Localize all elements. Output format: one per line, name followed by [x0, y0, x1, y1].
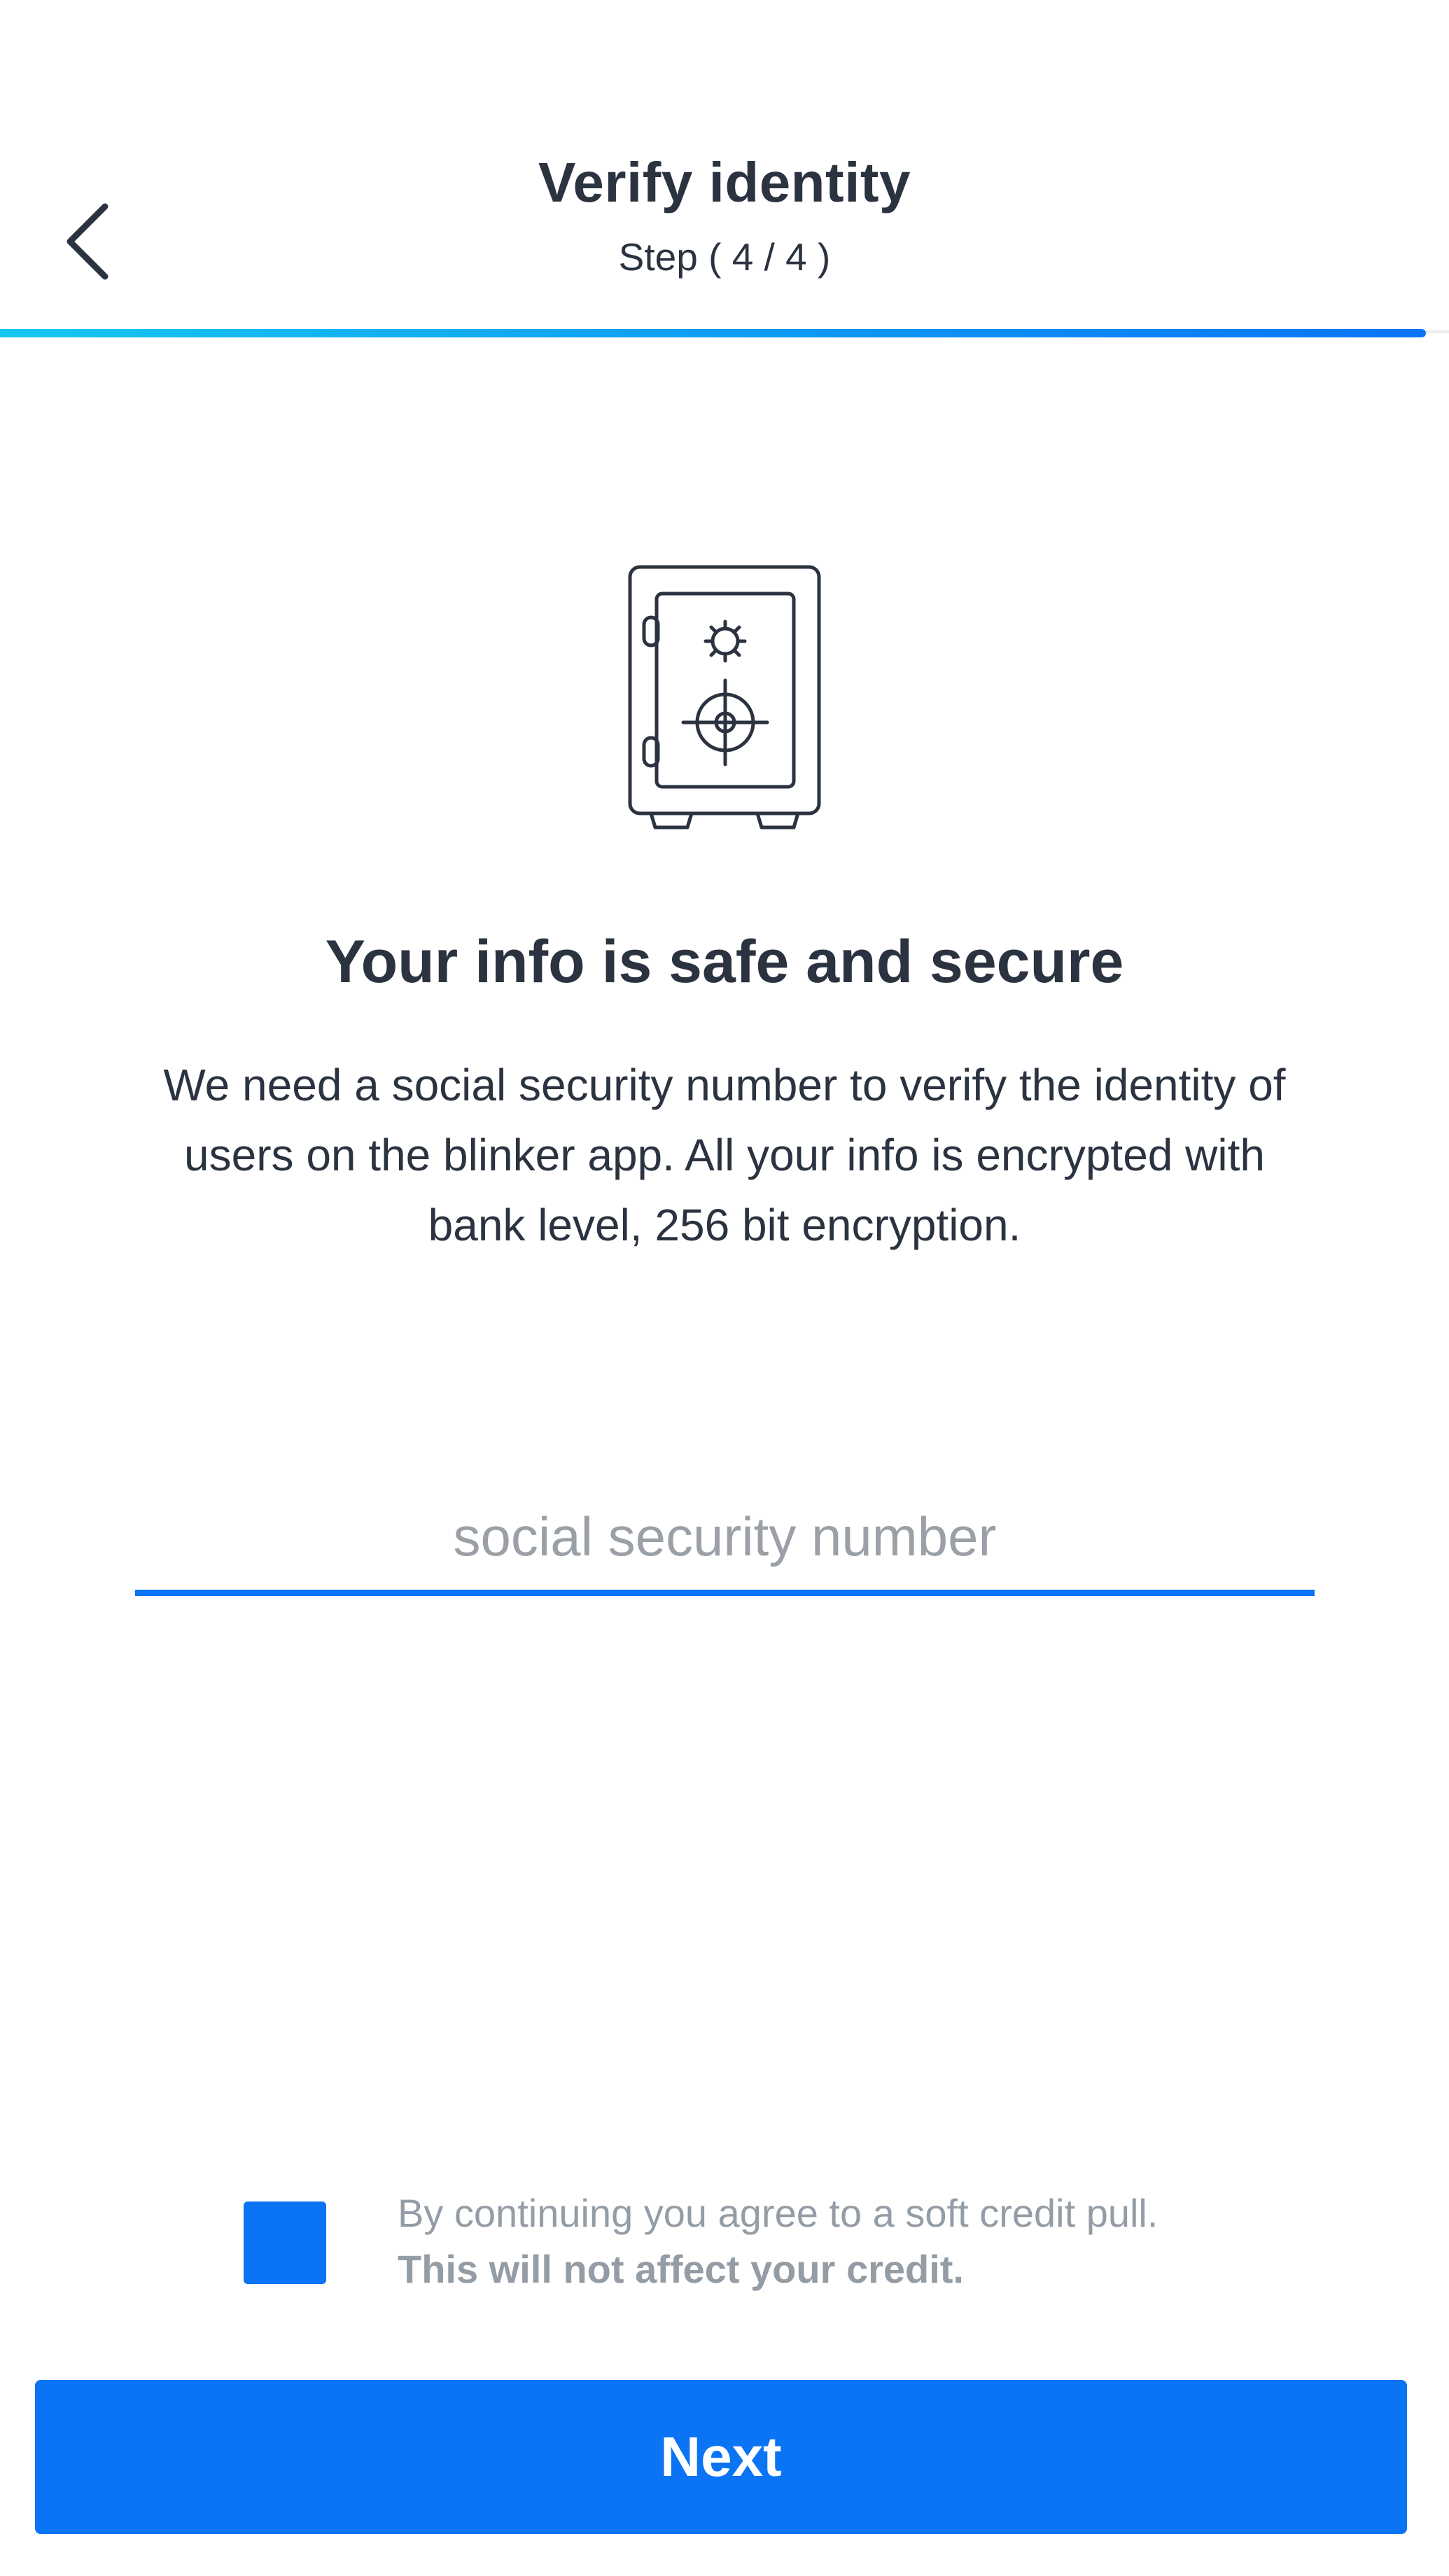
next-button[interactable]: Next — [35, 2380, 1407, 2534]
consent-text-regular: By continuing you agree to a soft credit… — [398, 2191, 1158, 2235]
description-text: We need a social security number to veri… — [163, 1060, 1286, 1250]
step-indicator: Step ( 4 / 4 ) — [618, 235, 831, 279]
headline: Your info is safe and secure — [325, 928, 1124, 995]
progress-bar — [0, 329, 1426, 337]
consent-checkbox[interactable] — [244, 2202, 326, 2284]
ssn-input[interactable] — [135, 1484, 1315, 1596]
safe-icon — [623, 560, 826, 833]
consent-text: By continuing you agree to a soft credit… — [398, 2185, 1224, 2297]
consent-text-bold: This will not affect your credit. — [398, 2247, 964, 2291]
header: Verify identity Step ( 4 / 4 ) — [0, 0, 1449, 336]
page-title: Verify identity — [538, 151, 911, 214]
